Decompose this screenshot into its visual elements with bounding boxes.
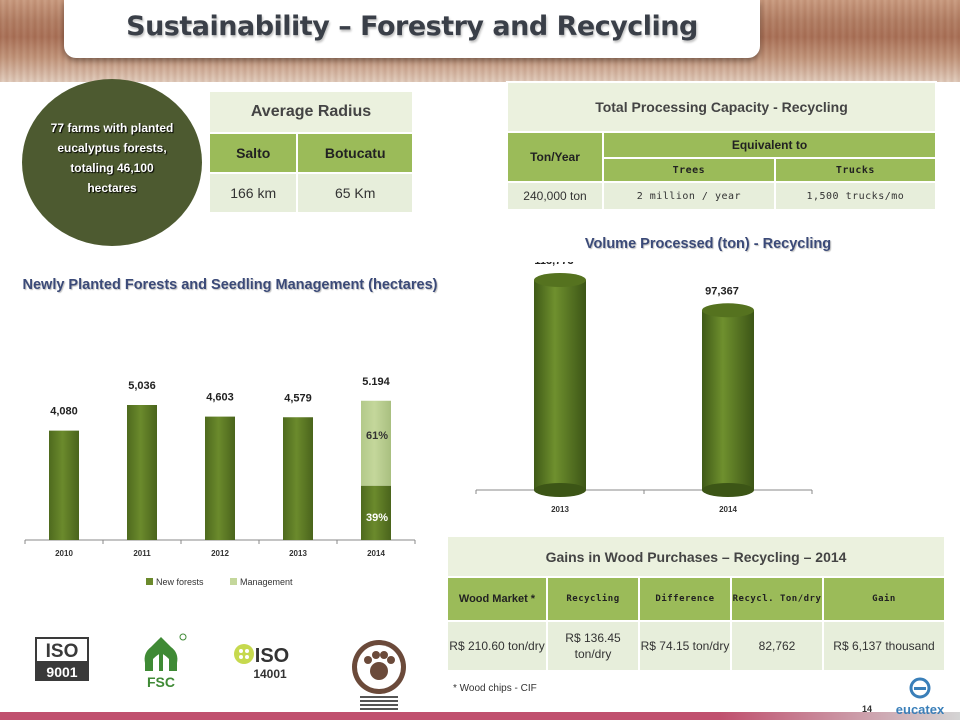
capacity-title: Total Processing Capacity - Recycling <box>506 81 937 133</box>
legend-swatch <box>146 578 153 585</box>
capacity-sub-trucks: Trucks <box>773 157 938 183</box>
recycling-bar-top <box>534 273 586 287</box>
farms-circle: 77 farms with planted eucalyptus forests… <box>22 79 202 246</box>
iso-9001-logo: ISO 9001 <box>35 637 89 681</box>
capacity-trucks: 1,500 trucks/mo <box>773 181 938 211</box>
bar-total-label: 5.194 <box>362 376 390 388</box>
iso14001-iso-text: ISO <box>255 645 289 667</box>
recycling-bar <box>534 280 586 490</box>
capacity-equivalent-header: Equivalent to <box>602 131 937 159</box>
iso-14001-logo: ISO 14001 <box>234 644 289 681</box>
gains-head-market: Wood Market * <box>446 576 548 622</box>
radius-header-salto: Salto <box>207 132 299 174</box>
x-tick-label: 2014 <box>367 549 385 558</box>
eucatex-logo: eucatex <box>890 677 950 717</box>
iso9001-iso-text: ISO <box>46 641 79 662</box>
forests-chart-title: Newly Planted Forests and Seedling Manag… <box>22 277 438 293</box>
gains-head-gain: Gain <box>822 576 946 622</box>
bar-total-label: 4,579 <box>284 392 312 404</box>
x-tick-label: 2013 <box>289 549 307 558</box>
x-tick-label: 2010 <box>55 549 73 558</box>
bar-new-forests <box>127 405 157 540</box>
bar-new-forests <box>205 416 235 540</box>
segment-label: 39% <box>366 512 388 524</box>
gains-head-recycling: Recycling <box>546 576 640 622</box>
segment-label: 61% <box>366 430 388 442</box>
footer-bar <box>0 712 960 720</box>
capacity-trees: 2 million / year <box>602 181 776 211</box>
capacity-col-tonyear: Ton/Year <box>506 131 604 183</box>
capacity-table: Total Processing Capacity - Recycling To… <box>506 81 938 211</box>
x-tick-label: 2012 <box>211 549 229 558</box>
legend-label: New forests <box>156 577 204 587</box>
gains-val-difference: R$ 74.15 ton/dry <box>638 620 732 672</box>
gains-head-recycl-ton: Recycl. Ton/dry <box>730 576 824 622</box>
iso9001-number-text: 9001 <box>46 664 77 680</box>
gains-title: Gains in Wood Purchases – Recycling – 20… <box>446 535 946 578</box>
bar-total-label: 5,036 <box>128 380 156 392</box>
eucatex-e-icon <box>909 677 931 699</box>
gains-val-recycl-ton: 82,762 <box>730 620 824 672</box>
radius-value-salto: 166 km <box>207 172 299 214</box>
farms-text: 77 farms with planted eucalyptus forests… <box>50 120 174 195</box>
gains-val-market: R$ 210.60 ton/dry <box>446 620 548 672</box>
footnote: * Wood chips - CIF <box>453 683 537 694</box>
bar-new-forests <box>49 430 79 540</box>
gains-val-gain: R$ 6,137 thousand <box>822 620 946 672</box>
recycling-chart-title: Volume Processed (ton) - Recycling <box>584 236 832 252</box>
pro-carnivoros-logo <box>352 640 406 710</box>
legend-swatch <box>230 578 237 585</box>
fsc-logo: FSC <box>144 633 187 689</box>
bar-new-forests <box>283 417 313 540</box>
recycling-bar-chart: 113,773 2013 97,367 2014 <box>475 262 813 514</box>
gains-head-difference: Difference <box>638 576 732 622</box>
capacity-ton: 240,000 ton <box>506 181 604 211</box>
recycling-bar-base <box>534 483 586 497</box>
page-number: 14 <box>862 704 873 714</box>
bar-total-label: 4,080 <box>50 406 78 418</box>
recycling-bar-base <box>702 483 754 497</box>
bar-management <box>361 400 391 486</box>
radius-value-botucatu: 65 Km <box>296 172 414 214</box>
forests-bar-chart: 4,080 2010 5,036 2011 4,603 2012 4,579 2013 39% 6… <box>24 376 416 587</box>
recycling-x-label: 2013 <box>551 505 569 514</box>
x-tick-label: 2011 <box>133 549 151 558</box>
recycling-x-label: 2014 <box>719 505 737 514</box>
page-title: Sustainability – Forestry and Recycling <box>126 11 698 42</box>
average-radius-table: Average Radius Salto Botucatu 166 km 65 … <box>207 90 414 214</box>
recycling-value-label: 113,773 <box>534 262 573 267</box>
legend-label: Management <box>240 577 293 587</box>
brand-name: eucatex <box>895 702 945 717</box>
recycling-bar-top <box>702 303 754 318</box>
iso14001-number-text: 14001 <box>253 667 287 681</box>
radius-title: Average Radius <box>208 90 414 134</box>
gains-val-recycling: R$ 136.45 ton/dry <box>546 620 640 672</box>
gains-table: Gains in Wood Purchases – Recycling – 20… <box>446 535 946 672</box>
bar-total-label: 4,603 <box>206 392 234 404</box>
title-box: Sustainability – Forestry and Recycling <box>64 0 760 58</box>
recycling-value-label: 97,367 <box>705 285 739 297</box>
fsc-text: FSC <box>147 674 175 689</box>
recycling-bar <box>702 310 754 490</box>
radius-header-botucatu: Botucatu <box>296 132 414 174</box>
capacity-sub-trees: Trees <box>602 157 776 183</box>
